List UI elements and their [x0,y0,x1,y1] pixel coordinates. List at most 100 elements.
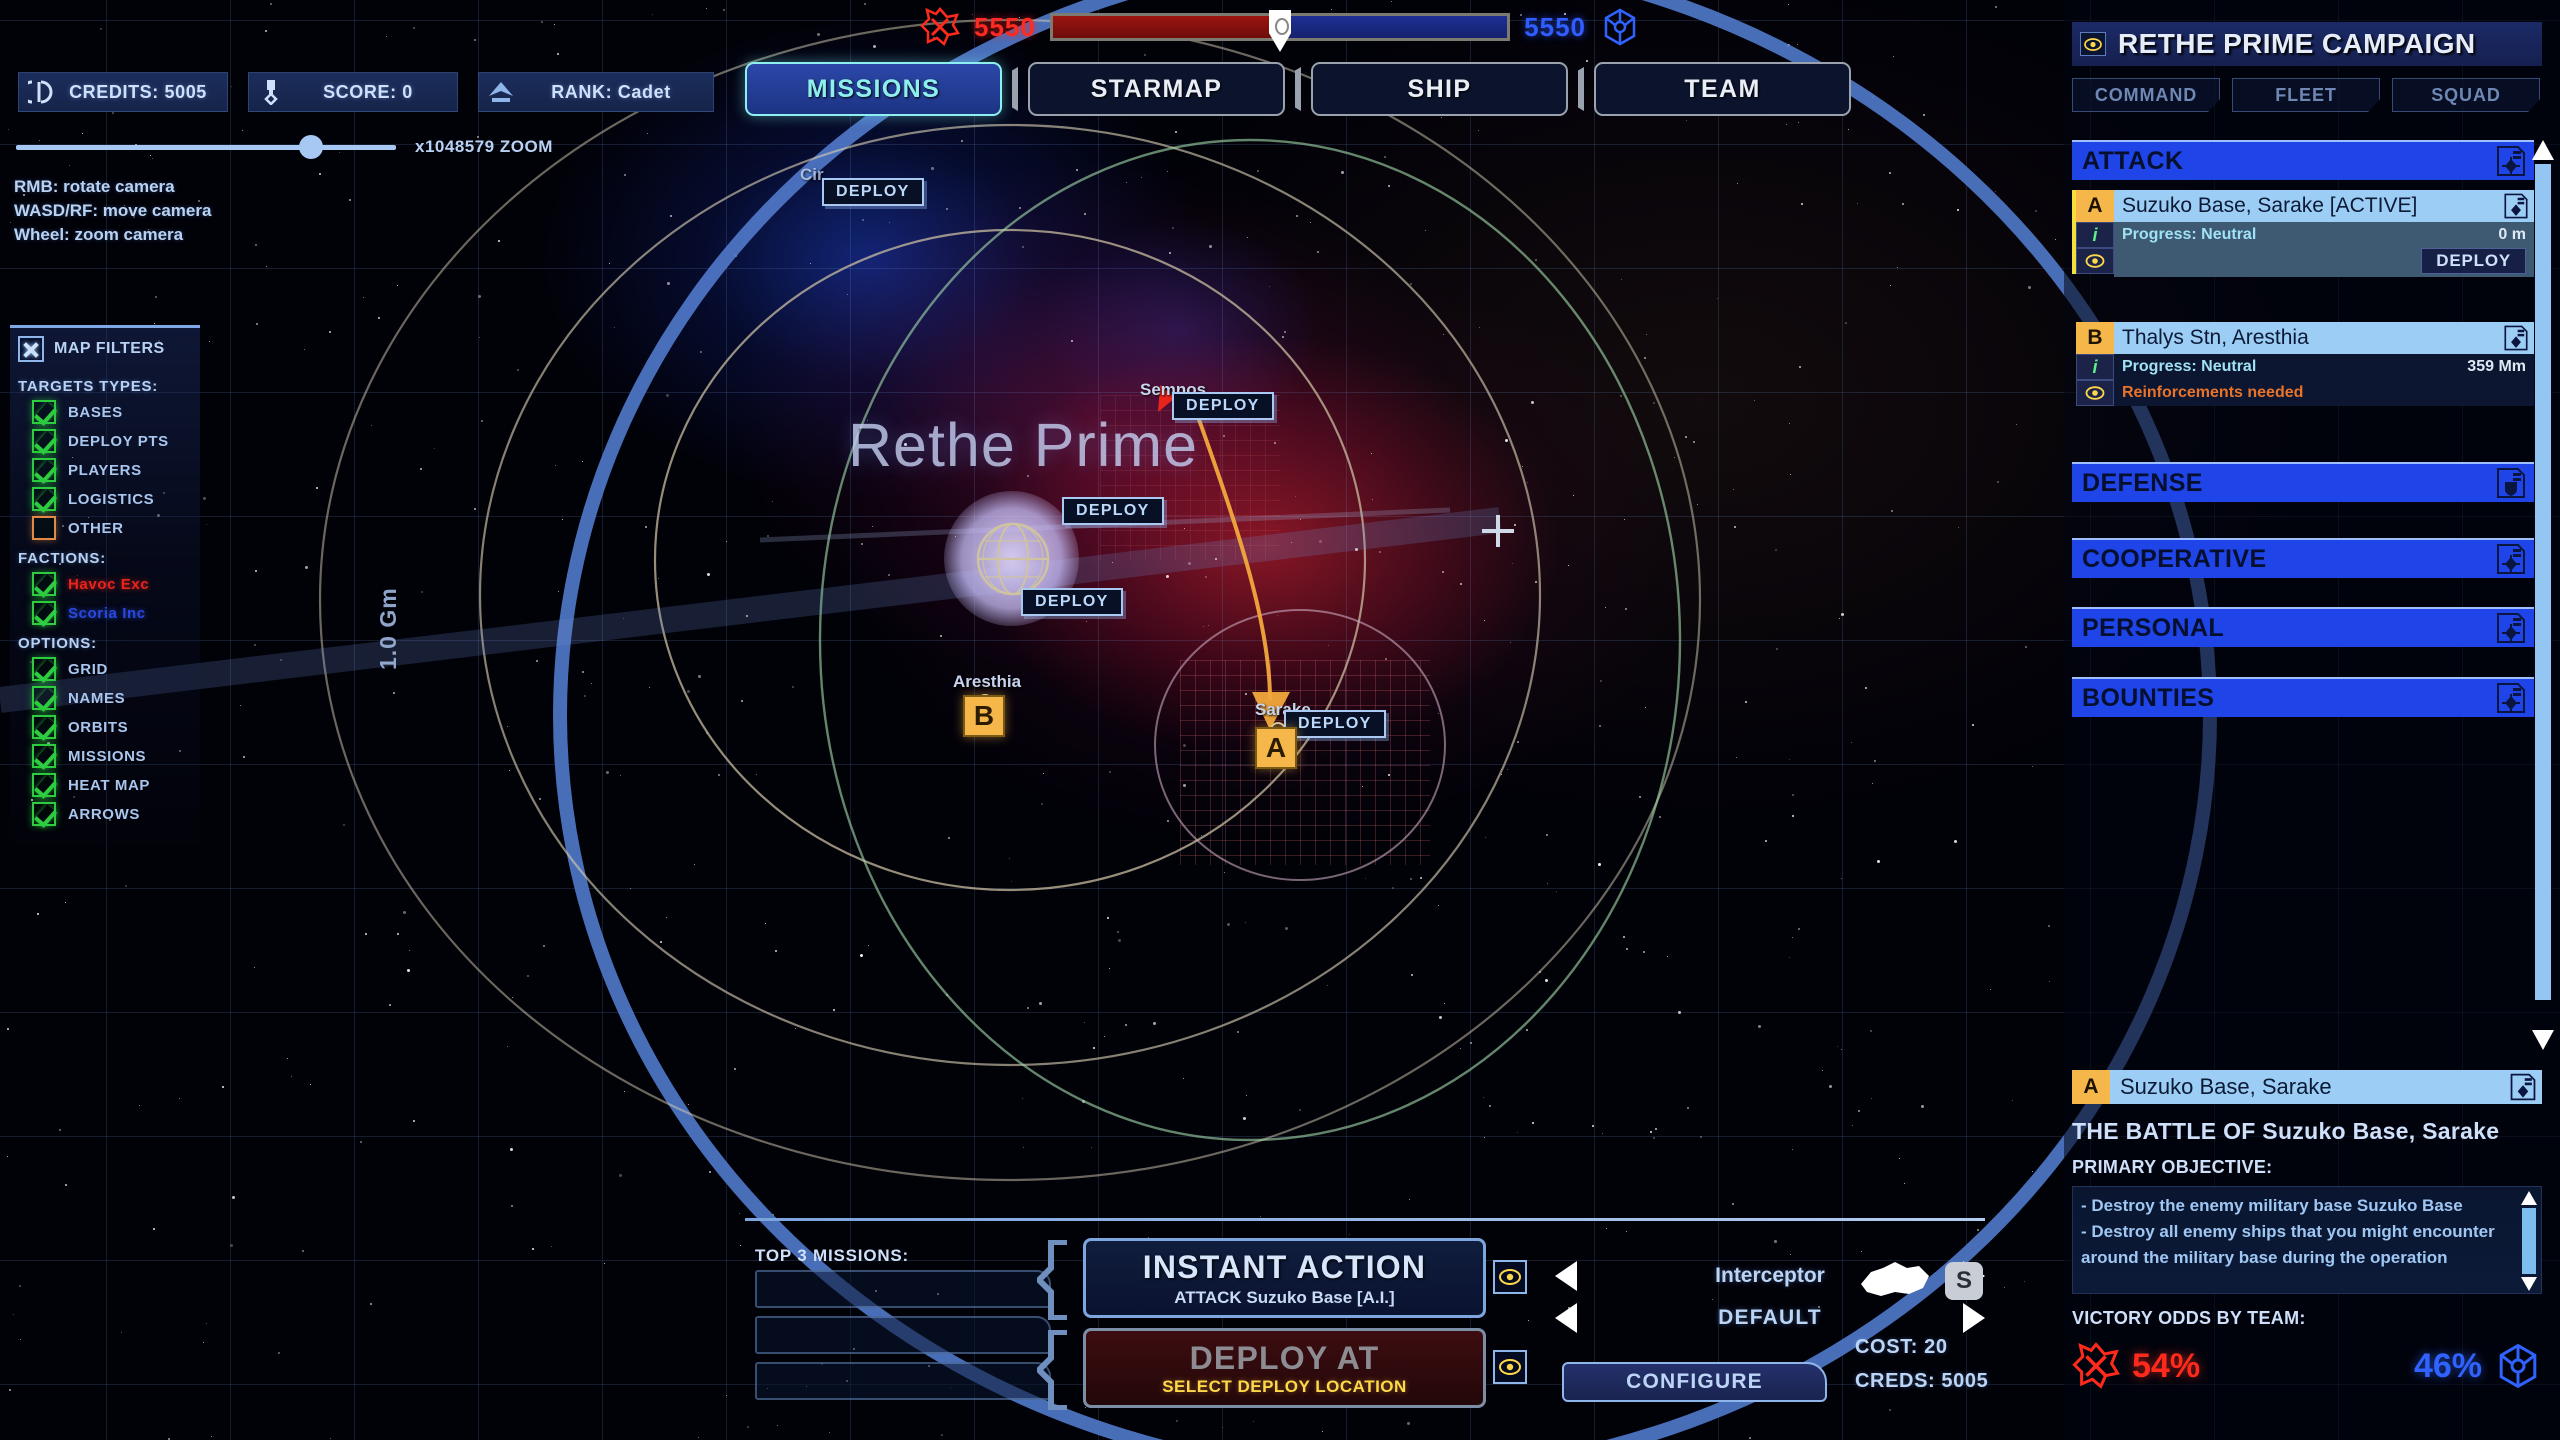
scroll-down-arrow-icon[interactable] [2532,1030,2554,1050]
options-title: OPTIONS: [18,635,97,652]
filter-havoc-exc[interactable]: Havoc Exc [32,572,200,596]
filter-heat-map[interactable]: HEAT MAP [32,773,200,797]
instant-action-eye-toggle[interactable] [1493,1260,1527,1294]
checkbox-names[interactable] [32,686,56,710]
zoom-slider[interactable] [16,135,396,159]
map-deploy-tag-3[interactable]: DEPLOY [1062,497,1164,525]
zoom-slider-knob[interactable] [299,135,323,159]
mission-row-b[interactable]: B Thalys Stn, Aresthia i Progress: Neutr… [2072,322,2534,406]
instant-action-button[interactable]: INSTANT ACTION ATTACK Suzuko Base [A.I.] [1083,1238,1486,1318]
filter-players[interactable]: PLAYERS [32,458,200,482]
category-header-defense[interactable]: DEFENSE [2072,462,2534,502]
mission-a-title-row[interactable]: A Suzuko Base, Sarake [ACTIVE] [2072,190,2534,222]
tab-ship[interactable]: SHIP [1311,62,1568,116]
info-icon: i [2076,222,2114,248]
mission-slot-2[interactable] [755,1316,1051,1354]
map-filters-title: MAP FILTERS [54,340,165,357]
map-deploy-tag-2[interactable]: DEPLOY [1172,392,1274,420]
filter-missions[interactable]: MISSIONS [32,744,200,768]
eye-icon[interactable] [2076,380,2114,406]
scrollbar-thumb[interactable] [2535,164,2551,1000]
detail-title-row[interactable]: A Suzuko Base, Sarake [2072,1070,2542,1104]
category-header-bounties[interactable]: BOUNTIES [2072,677,2534,717]
document-target-icon [2510,1073,2536,1101]
checkbox-orbits[interactable] [32,715,56,739]
mission-slot-3[interactable] [755,1362,1051,1400]
eye-icon[interactable] [2076,248,2114,274]
map-deploy-tag-4[interactable]: DEPLOY [1021,588,1123,616]
instant-action-subtitle: ATTACK Suzuko Base [A.I.] [1174,1287,1395,1307]
category-header-attack[interactable]: ATTACK [2072,140,2534,180]
loadout-prev-arrow-icon[interactable] [1555,1303,1577,1333]
creds-label: CREDS: 5005 [1855,1370,1989,1392]
objectives-scrollbar[interactable] [2521,1191,2537,1291]
mission-slot-1[interactable] [755,1270,1051,1308]
deploy-at-eye-toggle[interactable] [1493,1350,1527,1384]
mission-row-a[interactable]: A Suzuko Base, Sarake [ACTIVE] i Progres… [2072,190,2534,277]
filter-grid[interactable]: GRID [32,657,200,681]
checkbox-heat-map[interactable] [32,773,56,797]
blue-team-value: 5550 [1524,11,1586,42]
filter-label-heat-map: HEAT MAP [68,776,151,794]
map-filters-header[interactable]: MAP FILTERS [10,328,200,368]
filter-bases[interactable]: BASES [32,400,200,424]
checkbox-bases[interactable] [32,400,56,424]
scroll-up-arrow-icon[interactable] [2532,140,2554,160]
checkbox-grid[interactable] [32,657,56,681]
mission-a-deploy-button[interactable]: DEPLOY [2421,248,2526,274]
map-deploy-tag-5[interactable]: DEPLOY [1284,710,1386,738]
ship-prev-arrow-icon[interactable] [1555,1261,1577,1291]
checkbox-logistics[interactable] [32,487,56,511]
bottom-divider [745,1218,1985,1221]
eye-icon [1499,1269,1521,1285]
scrollbar-thumb[interactable] [2522,1208,2536,1274]
deploy-at-title: DEPLOY AT [1189,1339,1380,1376]
filter-logistics[interactable]: LOGISTICS [32,487,200,511]
filter-scoria-inc[interactable]: Scoria Inc [32,601,200,625]
tab-team[interactable]: TEAM [1594,62,1851,116]
filter-deploy-pts[interactable]: DEPLOY PTS [32,429,200,453]
mission-b-title-row[interactable]: B Thalys Stn, Aresthia [2072,322,2534,354]
mission-a-distance: 0 m [2498,226,2526,243]
map-base-marker-b[interactable]: B [963,695,1005,737]
subtab-command[interactable]: COMMAND [2072,78,2220,112]
mission-b-name: Thalys Stn, Aresthia [2122,326,2309,349]
checkbox-players[interactable] [32,458,56,482]
faction-balance-bar: 5550 5550 [920,6,1640,52]
checkbox-other[interactable] [32,516,56,540]
close-icon[interactable] [18,336,44,362]
deploy-at-button[interactable]: DEPLOY AT SELECT DEPLOY LOCATION [1083,1328,1486,1408]
filter-arrows[interactable]: ARROWS [32,802,200,826]
category-header-personal[interactable]: PERSONAL [2072,607,2534,647]
subtab-fleet[interactable]: FLEET [2232,78,2380,112]
checkbox-arrows[interactable] [32,802,56,826]
scroll-down-arrow-icon[interactable] [2521,1277,2537,1291]
filter-label-players: PLAYERS [68,461,142,479]
bracket-decor-1 [1037,1240,1067,1320]
mission-b-progress-line: i Progress: Neutral 359 Mm [2072,354,2534,380]
filter-other[interactable]: OTHER [32,516,200,540]
category-header-cooperative[interactable]: COOPERATIVE [2072,538,2534,578]
tab-missions[interactable]: MISSIONS [745,62,1002,116]
checkbox-missions[interactable] [32,744,56,768]
scroll-up-arrow-icon[interactable] [2521,1191,2537,1205]
map-deploy-tag-1[interactable]: DEPLOY [822,178,924,206]
zoom-slider-track[interactable] [16,145,396,150]
body-label-aresthia: Aresthia [953,672,1022,691]
tab-starmap[interactable]: STARMAP [1028,62,1285,116]
checkbox-havoc-exc[interactable] [32,572,56,596]
checkbox-scoria-inc[interactable] [32,601,56,625]
deploy-at-subtitle: SELECT DEPLOY LOCATION [1162,1376,1407,1396]
loadout-next-arrow-icon[interactable] [1963,1303,1985,1333]
checkbox-deploy-pts[interactable] [32,429,56,453]
bracket-decor-2 [1037,1330,1067,1410]
eye-icon[interactable] [2080,32,2106,56]
team-balance-bar [1049,10,1511,52]
filter-orbits[interactable]: ORBITS [32,715,200,739]
subtab-squad[interactable]: SQUAD [2392,78,2540,112]
map-base-marker-a[interactable]: A [1255,727,1297,769]
configure-button[interactable]: CONFIGURE [1562,1362,1827,1402]
scoria-faction-icon [2499,1343,2537,1389]
filter-names[interactable]: NAMES [32,686,200,710]
panel-scrollbar[interactable] [2532,140,2554,1050]
